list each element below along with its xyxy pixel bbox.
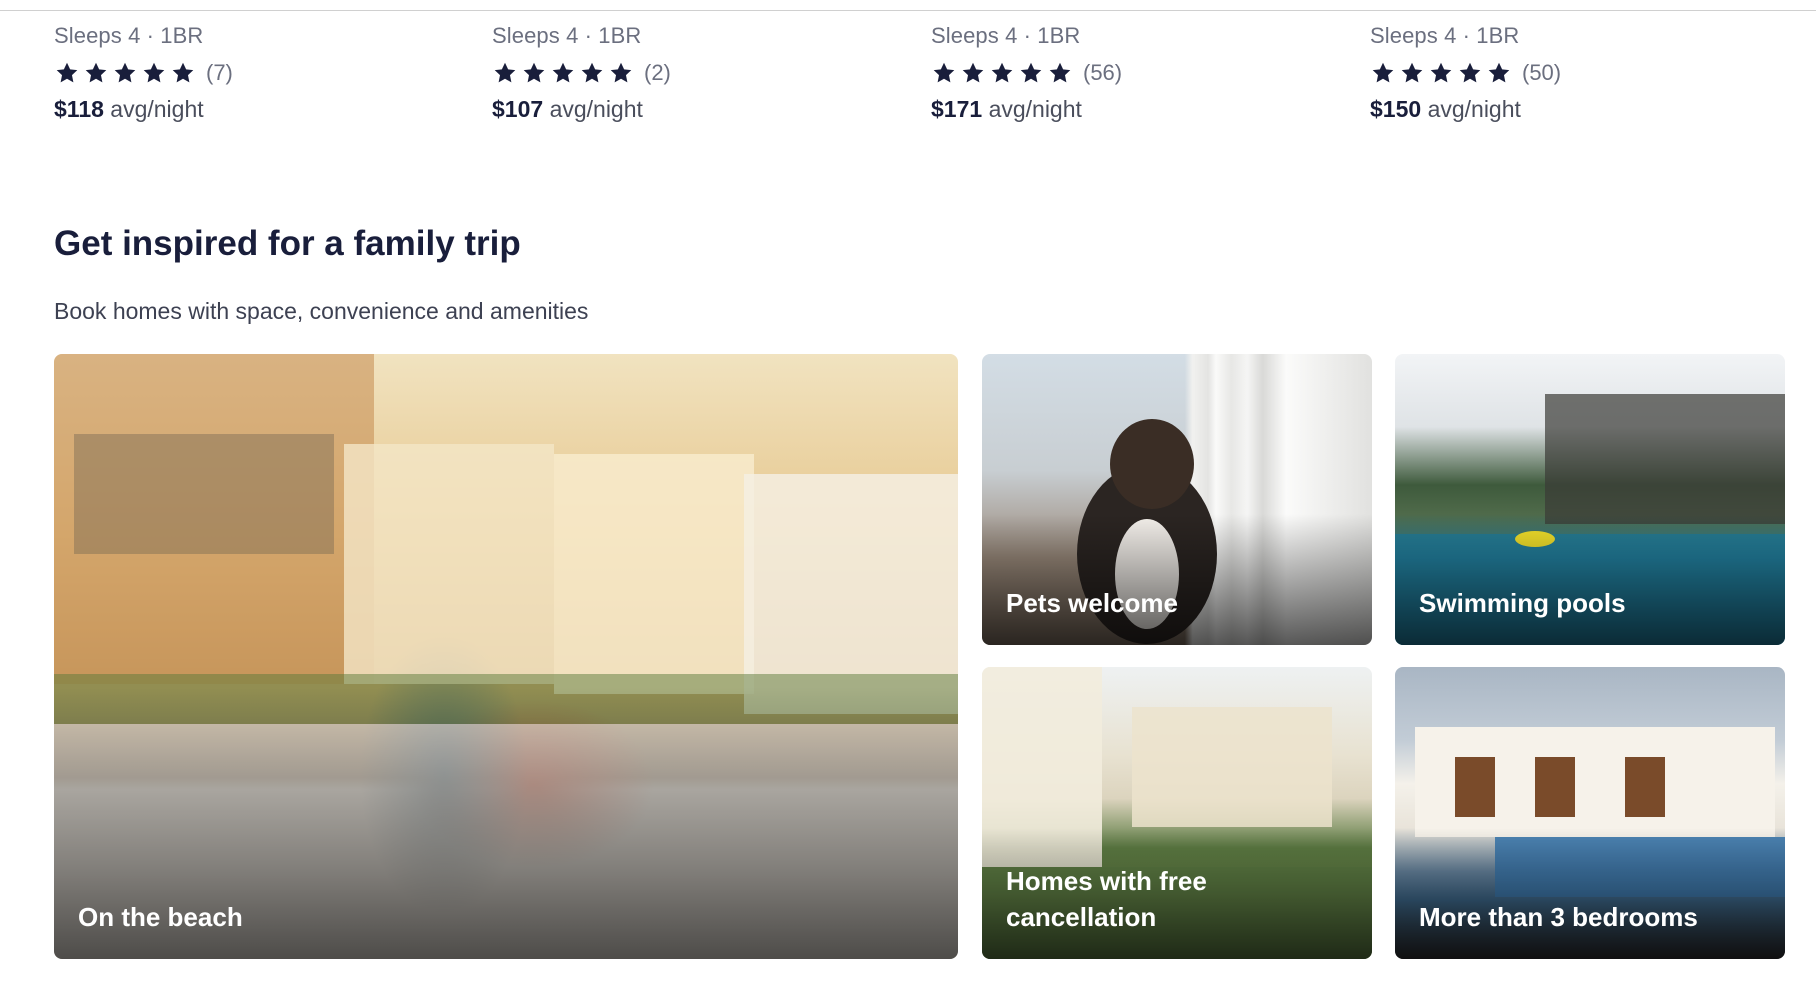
listing-price: $171 avg/night (931, 95, 1331, 123)
review-count: (2) (644, 60, 671, 85)
listing-card[interactable]: Sleeps 4 · 1BR (7) $118 avg/night (54, 22, 454, 123)
listing-meta: Sleeps 4 · 1BR (931, 23, 1081, 48)
price-amount: $118 (54, 96, 104, 122)
star-icon (579, 60, 605, 86)
card-shade (1395, 827, 1785, 959)
card-label: Swimming pools (1419, 588, 1626, 618)
price-unit: avg/night (110, 96, 204, 122)
star-icon (960, 60, 986, 86)
listing-price: $118 avg/night (54, 95, 454, 123)
listing-meta: Sleeps 4 · 1BR (1370, 23, 1520, 48)
star-rating (1370, 60, 1512, 86)
listing-card[interactable]: Sleeps 4 · 1BR (56) $171 avg/night (931, 22, 1331, 123)
listing-rating: (50) (1370, 59, 1770, 87)
listing-rating: (7) (54, 59, 454, 87)
review-count: (56) (1083, 60, 1123, 85)
top-divider (0, 0, 1816, 11)
section-subtitle: Book homes with space, convenience and a… (54, 298, 589, 324)
card-shade (982, 514, 1372, 645)
listing-card[interactable]: Sleeps 4 · 1BR (2) $107 avg/night (492, 22, 892, 123)
card-label: Pets welcome (1006, 588, 1178, 618)
star-rating (931, 60, 1073, 86)
listing-meta: Sleeps 4 · 1BR (54, 23, 204, 48)
price-unit: avg/night (1427, 96, 1521, 122)
star-icon (1370, 60, 1396, 86)
card-label: More than 3 bedrooms (1419, 902, 1698, 932)
card-shade (1395, 514, 1785, 645)
listing-meta: Sleeps 4 · 1BR (492, 23, 642, 48)
star-icon (608, 60, 634, 86)
star-icon (1018, 60, 1044, 86)
listing-rating: (56) (931, 59, 1331, 87)
card-more-than-3-bedrooms[interactable]: More than 3 bedrooms (1395, 667, 1785, 959)
price-unit: avg/night (549, 96, 643, 122)
star-icon (112, 60, 138, 86)
star-icon (1047, 60, 1073, 86)
star-icon (170, 60, 196, 86)
card-on-the-beach[interactable]: On the beach (54, 354, 958, 959)
review-count: (50) (1522, 60, 1562, 85)
star-rating (492, 60, 634, 86)
star-icon (1457, 60, 1483, 86)
listing-card[interactable]: Sleeps 4 · 1BR (50) $150 avg/night (1370, 22, 1770, 123)
review-count: (7) (206, 60, 233, 85)
star-icon (141, 60, 167, 86)
price-amount: $107 (492, 96, 544, 122)
card-swimming-pools[interactable]: Swimming pools (1395, 354, 1785, 645)
price-amount: $150 (1370, 96, 1422, 122)
star-icon (989, 60, 1015, 86)
star-icon (931, 60, 957, 86)
star-rating (54, 60, 196, 86)
star-icon (550, 60, 576, 86)
listing-price: $150 avg/night (1370, 95, 1770, 123)
card-label: Homes with free cancellation (1006, 866, 1207, 932)
star-icon (521, 60, 547, 86)
star-icon (1399, 60, 1425, 86)
section-title: Get inspired for a family trip (54, 224, 521, 263)
card-free-cancellation[interactable]: Homes with free cancellation (982, 667, 1372, 959)
price-unit: avg/night (988, 96, 1082, 122)
star-icon (1428, 60, 1454, 86)
listing-price: $107 avg/night (492, 95, 892, 123)
card-pets-welcome[interactable]: Pets welcome (982, 354, 1372, 645)
star-icon (492, 60, 518, 86)
card-label: On the beach (78, 902, 243, 932)
star-icon (1486, 60, 1512, 86)
listing-rating: (2) (492, 59, 892, 87)
price-amount: $171 (931, 96, 983, 122)
star-icon (83, 60, 109, 86)
star-icon (54, 60, 80, 86)
